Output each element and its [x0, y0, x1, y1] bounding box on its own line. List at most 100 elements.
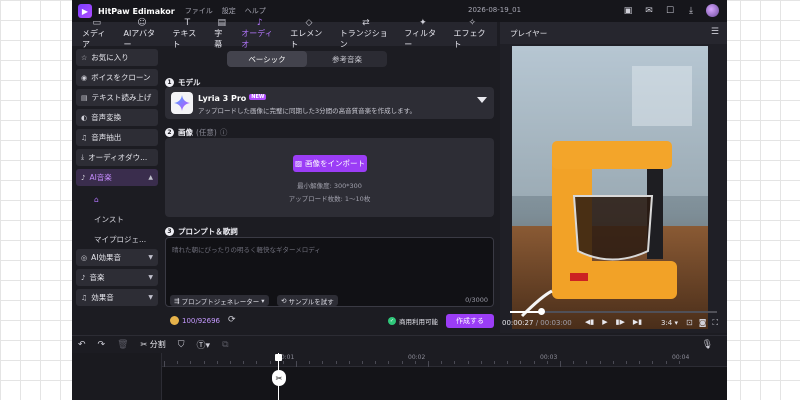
ruler-tick: [230, 361, 231, 364]
tab-transition[interactable]: ⇄ トランジション: [334, 18, 398, 49]
prompt-generator-button[interactable]: ⇶ プロンプトジェネレーター ▾: [170, 295, 269, 306]
timeline-ruler[interactable]: 00:01 00:02 00:03 00:04: [72, 353, 727, 367]
home-icon: ⌂: [94, 194, 99, 204]
subtitle-icon: ▤: [217, 17, 227, 28]
ruler-tick: [678, 361, 680, 364]
menu-settings[interactable]: 設定: [222, 6, 236, 16]
sidebar-item-sfx[interactable]: ♫ 効果音 ▼: [76, 289, 158, 306]
gemini-logo-icon: [171, 92, 193, 114]
info-icon[interactable]: ⓘ: [220, 127, 228, 138]
audio-sidebar: ☆ お気に入り ◉ ボイスをクローン ▤ テキスト読み上げ ◐ 音声変換 ♫ 音声抽出 ⤓…: [76, 49, 158, 309]
model-selector[interactable]: Lyria 3 Pro NEW アップロードした画像に完璧に同期した3分間の高音質…: [165, 87, 494, 119]
playhead-handle[interactable]: [275, 354, 282, 361]
generate-button[interactable]: 作成する: [446, 314, 494, 328]
min-resolution-note: 最小解像度: 300*300: [297, 182, 362, 190]
playhead-scissors-icon[interactable]: ✂: [272, 370, 286, 386]
ruler-tick: [388, 361, 390, 364]
snapshot-icon[interactable]: ◙: [699, 318, 707, 328]
tab-element[interactable]: ◇ エレメント: [284, 17, 333, 49]
sidebar-item-extract[interactable]: ♫ 音声抽出: [76, 129, 158, 146]
skip-end-icon[interactable]: ▶▮: [633, 318, 642, 326]
ruler-tick: [401, 361, 403, 364]
aspect-ratio-select[interactable]: 3:4 ▾: [661, 319, 678, 327]
tab-filter[interactable]: ✦ フィルター: [398, 18, 447, 49]
shield-icon[interactable]: ⛉: [178, 340, 185, 350]
menu-icon[interactable]: ☰: [711, 27, 719, 37]
voice-clone-icon: ◉: [81, 73, 88, 82]
next-frame-icon[interactable]: ▮▶: [616, 318, 625, 326]
sidebar-item-audio-download[interactable]: ⤓ オーディオダウ...: [76, 149, 158, 166]
sidebar-item-music[interactable]: ♪ 音楽 ▼: [76, 269, 158, 286]
voice-changer-icon: ◐: [81, 113, 88, 122]
sidebar-item-voice-clone[interactable]: ◉ ボイスをクローン: [76, 69, 158, 86]
sidebar-item-voice-changer[interactable]: ◐ 音声変換: [76, 109, 158, 126]
tab-effect[interactable]: ✧ エフェクト: [448, 18, 497, 49]
chat-icon[interactable]: ☐: [664, 5, 676, 17]
title-bar: ▶ HitPaw Edimakor ファイル 設定 ヘルプ 2026-08-19…: [72, 0, 727, 22]
prev-frame-icon[interactable]: ◀▮: [585, 318, 594, 326]
ruler-tick: [309, 361, 311, 364]
dropdown-arrow-icon[interactable]: [477, 97, 487, 103]
upload-count-note: アップロード枚数: 1～10枚: [288, 195, 371, 203]
sidebar-subitem-my-projects[interactable]: マイプロジェ...: [76, 229, 158, 249]
video-preview[interactable]: [512, 46, 708, 329]
sidebar-subitem-inst[interactable]: インスト: [76, 209, 158, 229]
timeline-tracks[interactable]: [72, 367, 727, 400]
image-upload-area[interactable]: ▨ 画像をインポート 最小解像度: 300*300 アップロード枚数: 1～10枚: [165, 138, 494, 217]
player-panel: プレイヤー ☰: [500, 22, 727, 333]
menu-help[interactable]: ヘルプ: [245, 6, 266, 16]
sfx-icon: ♫: [81, 293, 88, 302]
delete-icon[interactable]: 🗑: [117, 340, 128, 350]
tab-media[interactable]: ▭ メディア: [76, 18, 117, 49]
feedback-icon[interactable]: ✉: [643, 5, 655, 17]
image-icon: ▨: [294, 159, 303, 168]
main-toolbar: ▭ メディア ☺ AIアバター T テキスト ▤ 字幕 ♪ オーディオ ◇ エレメント ⇄ ト…: [72, 17, 497, 49]
step-3-icon: 3: [165, 227, 174, 236]
tab-ai-avatar[interactable]: ☺ AIアバター: [117, 18, 166, 49]
redo-icon[interactable]: ↷: [98, 340, 106, 350]
ruler-tick: [269, 361, 271, 364]
tab-reference-music[interactable]: 参考音楽: [307, 51, 387, 67]
tab-audio[interactable]: ♪ オーディオ: [235, 18, 284, 49]
refresh-icon[interactable]: ⟳: [228, 315, 236, 325]
menu-file[interactable]: ファイル: [185, 6, 213, 16]
tab-subtitle[interactable]: ▤ 字幕: [208, 17, 235, 49]
sidebar-subitem-home[interactable]: ⌂: [76, 189, 158, 209]
ruler-tick: [533, 361, 535, 364]
layout-icon[interactable]: ▣: [622, 5, 634, 17]
seek-handle[interactable]: [538, 308, 546, 315]
sidebar-item-ai-sfx[interactable]: ◎ AI効果音 ▼: [76, 249, 158, 266]
sidebar-item-tts[interactable]: ▤ テキスト読み上げ: [76, 89, 158, 106]
tab-basic[interactable]: ベーシック: [227, 51, 307, 67]
chevron-down-icon: ▼: [148, 274, 153, 281]
microphone-icon[interactable]: 🎙: [702, 340, 713, 350]
text-icon: T: [184, 17, 191, 28]
split-button[interactable]: ✂ 分割: [141, 339, 166, 350]
crop-icon[interactable]: ⊡: [686, 318, 693, 328]
ruler-tick: [375, 361, 377, 364]
playback-controls: ◀▮ ▶ ▮▶ ▶▮: [585, 318, 642, 326]
tab-text[interactable]: T テキスト: [167, 17, 209, 49]
prompt-textarea[interactable]: 晴れた朝にぴったりの明るく軽快なギターメロディ ⇶ プロンプトジェネレーター ▾ ⟲…: [165, 237, 494, 307]
undo-icon[interactable]: ↶: [78, 340, 86, 350]
try-sample-button[interactable]: ⟲ サンプルを試す: [277, 295, 338, 306]
text-tool-icon[interactable]: Ⓣ▾: [197, 338, 211, 351]
crop-tool-icon[interactable]: ⧉: [222, 340, 228, 350]
seek-bar[interactable]: [510, 308, 717, 315]
import-image-button[interactable]: ▨ 画像をインポート: [293, 155, 367, 172]
download-icon[interactable]: ⤓: [685, 5, 697, 17]
sidebar-item-favorites[interactable]: ☆ お気に入り: [76, 49, 158, 66]
ruler-tick: [652, 361, 654, 364]
star-icon: ☆: [81, 53, 88, 62]
generator-icon: ⇶: [174, 296, 180, 305]
fullscreen-icon[interactable]: ⛶: [712, 318, 718, 328]
ruler-tick: [454, 361, 456, 364]
check-icon: ✓: [388, 317, 396, 325]
ai-music-icon: ♪: [81, 173, 86, 182]
section-image-heading: 2 画像 (任意) ⓘ: [165, 127, 227, 138]
element-icon: ◇: [305, 17, 313, 28]
sidebar-item-ai-music[interactable]: ♪ AI音楽 ▲: [76, 169, 158, 186]
avatar[interactable]: [706, 4, 719, 17]
play-icon[interactable]: ▶: [602, 318, 607, 326]
ruler-tick: [216, 361, 218, 364]
